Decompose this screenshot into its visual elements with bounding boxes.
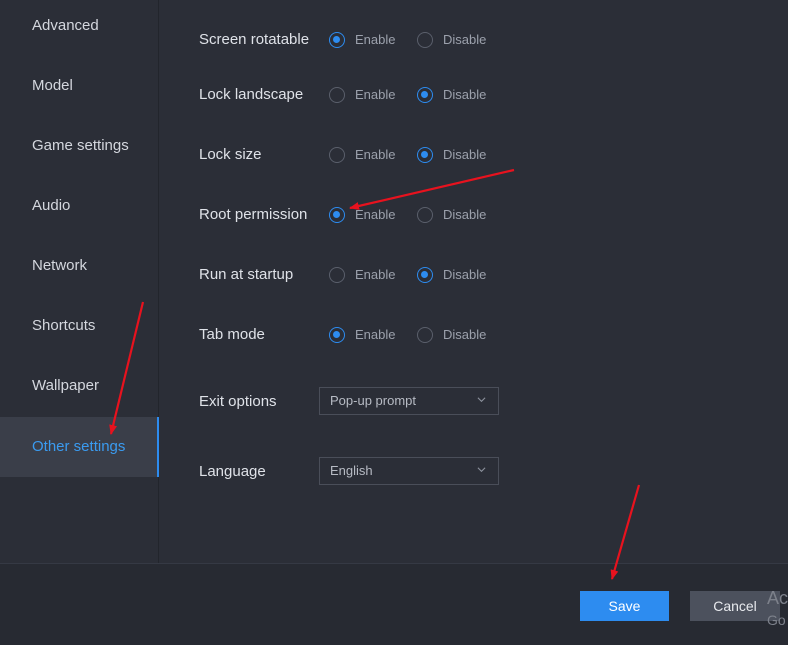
enable-radio[interactable] xyxy=(329,327,345,343)
disable-radio-label[interactable]: Disable xyxy=(443,320,486,350)
setting-row-lock-size: Lock size Enable Disable xyxy=(199,140,759,170)
setting-row-tab-mode: Tab mode Enable Disable xyxy=(199,320,759,350)
sidebar-item-wallpaper[interactable]: Wallpaper xyxy=(0,356,158,416)
footer-bar: Save Cancel Ac Go xyxy=(0,563,788,645)
setting-label: Tab mode xyxy=(199,326,265,343)
sidebar-item-game-settings[interactable]: Game settings xyxy=(0,116,158,176)
enable-radio[interactable] xyxy=(329,32,345,48)
enable-radio[interactable] xyxy=(329,207,345,223)
setting-row-root-permission: Root permission Enable Disable xyxy=(199,200,759,230)
sidebar-item-shortcuts[interactable]: Shortcuts xyxy=(0,296,158,356)
enable-radio[interactable] xyxy=(329,147,345,163)
disable-radio-label[interactable]: Disable xyxy=(443,80,486,110)
disable-radio[interactable] xyxy=(417,207,433,223)
exit-options-value: Pop-up prompt xyxy=(330,393,416,408)
disable-radio[interactable] xyxy=(417,327,433,343)
enable-radio-label[interactable]: Enable xyxy=(355,80,395,110)
language-value: English xyxy=(330,463,373,478)
setting-label: Lock landscape xyxy=(199,86,304,103)
exit-options-label: Exit options xyxy=(199,393,277,410)
activation-watermark-line2: Go xyxy=(767,612,786,628)
setting-row-exit-options: Exit options Pop-up prompt xyxy=(199,387,759,417)
disable-radio[interactable] xyxy=(417,87,433,103)
disable-radio[interactable] xyxy=(417,147,433,163)
chevron-down-icon xyxy=(477,467,486,473)
disable-radio-label[interactable]: Disable xyxy=(443,200,486,230)
disable-radio-label[interactable]: Disable xyxy=(443,140,486,170)
language-dropdown[interactable]: English xyxy=(319,457,499,485)
sidebar-item-network[interactable]: Network xyxy=(0,236,158,296)
setting-label: Root permission xyxy=(199,206,308,223)
enable-radio[interactable] xyxy=(329,267,345,283)
enable-radio-label[interactable]: Enable xyxy=(355,320,395,350)
sidebar-item-other-settings[interactable]: Other settings xyxy=(0,417,160,477)
setting-row-screen-rotatable: Screen rotatable Enable Disable xyxy=(199,25,759,55)
setting-label: Screen rotatable xyxy=(199,31,310,48)
enable-radio-label[interactable]: Enable xyxy=(355,200,395,230)
enable-radio[interactable] xyxy=(329,87,345,103)
enable-radio-label[interactable]: Enable xyxy=(355,25,395,55)
enable-radio-label[interactable]: Enable xyxy=(355,260,395,290)
disable-radio-label[interactable]: Disable xyxy=(443,260,486,290)
activation-watermark-line1: Ac xyxy=(767,588,788,608)
sidebar: Advanced Model Game settings Audio Netwo… xyxy=(0,0,160,563)
disable-radio[interactable] xyxy=(417,32,433,48)
sidebar-item-audio[interactable]: Audio xyxy=(0,176,158,236)
disable-radio[interactable] xyxy=(417,267,433,283)
enable-radio-label[interactable]: Enable xyxy=(355,140,395,170)
chevron-down-icon xyxy=(477,397,486,403)
settings-panel: Screen rotatable Enable Disable Lock lan… xyxy=(159,0,788,563)
sidebar-item-advanced[interactable]: Advanced xyxy=(0,0,158,56)
language-label: Language xyxy=(199,463,266,480)
setting-row-lock-landscape: Lock landscape Enable Disable xyxy=(199,80,759,110)
disable-radio-label[interactable]: Disable xyxy=(443,25,486,55)
save-button[interactable]: Save xyxy=(580,591,669,621)
exit-options-dropdown[interactable]: Pop-up prompt xyxy=(319,387,499,415)
setting-row-language: Language English xyxy=(199,457,759,487)
setting-row-run-at-startup: Run at startup Enable Disable xyxy=(199,260,759,290)
setting-label: Run at startup xyxy=(199,266,294,283)
setting-label: Lock size xyxy=(199,146,262,163)
sidebar-item-model[interactable]: Model xyxy=(0,56,158,116)
